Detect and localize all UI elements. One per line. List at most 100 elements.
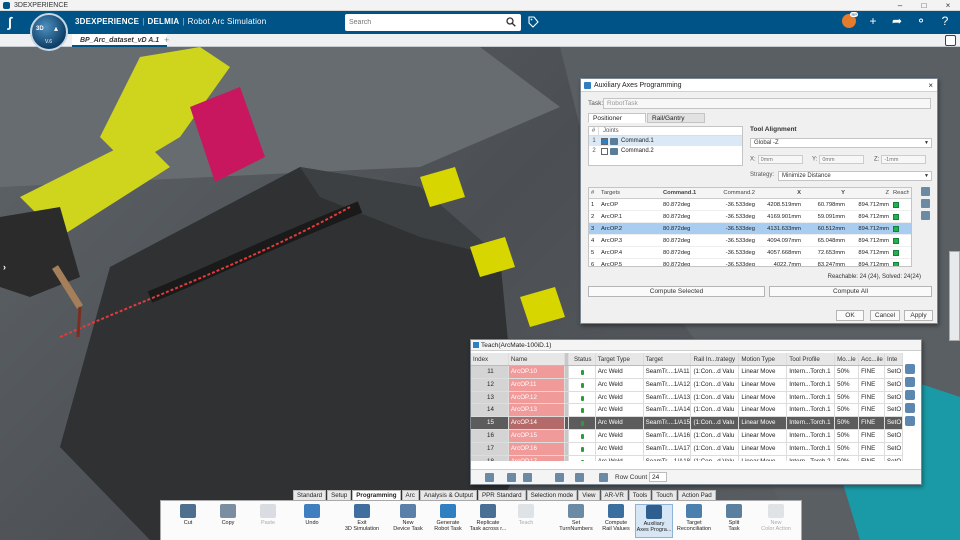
maximize-icon[interactable]: □ (912, 0, 936, 11)
paste-button[interactable]: Paste (249, 504, 287, 526)
undo-button[interactable]: Undo (293, 504, 331, 526)
ribbon-tab-setup[interactable]: Setup (327, 490, 352, 500)
col-motion-type[interactable]: Motion Type (739, 353, 788, 365)
dialog-close-icon[interactable]: × (928, 79, 933, 92)
tool-alignment-select[interactable]: Global -Z ▼ (750, 138, 932, 148)
target-row[interactable]: 4 ArcOP.3 80.872deg -36.533deg 4094.097m… (589, 235, 911, 247)
search-box[interactable] (345, 14, 521, 31)
x-input[interactable] (757, 155, 803, 164)
teach-row[interactable]: 15 ArcOP.14 Arc Weld SeamTr....1/A15 (1:Con.… (471, 417, 903, 430)
tab-document[interactable]: BP_Arc_dataset_vD A.1 (72, 34, 168, 47)
search-input[interactable] (345, 14, 495, 31)
settings-icon[interactable] (905, 416, 915, 426)
target-row-selected[interactable]: 3 ArcOP.2 80.872deg -36.533deg 4131.633m… (589, 223, 911, 235)
ribbon-tab-ar-vr[interactable]: AR-VR (600, 490, 628, 500)
teach-row[interactable]: 11 ArcOP.10 Arc Weld SeamTr....1/A11 (1:Con.… (471, 366, 903, 379)
compute-all-button[interactable]: Compute All (769, 286, 932, 297)
teach-row[interactable]: 16 ArcOP.15 Arc Weld SeamTr....1/A16 (1:Con.… (471, 429, 903, 443)
cut-button[interactable]: Cut (169, 504, 207, 526)
strategy-select[interactable]: Minimize Distance ▼ (778, 171, 932, 181)
ribbon-tab-standard[interactable]: Standard (293, 490, 327, 500)
communicate-icon[interactable]: ⚬ (914, 14, 928, 28)
reach-check-icon[interactable] (575, 473, 584, 482)
aux-prog-button[interactable]: Auxiliary Axes Progra... (635, 504, 673, 538)
new-color-button[interactable]: New Color Action (757, 504, 795, 532)
ribbon-tab-ppr-standard[interactable]: PPR Standard (478, 490, 526, 500)
target-row[interactable]: 5 ArcOP.4 80.872deg -36.533deg 4057.668m… (589, 247, 911, 259)
teach-button[interactable]: Teach (507, 504, 545, 526)
new-device-task-button[interactable]: New Device Task (389, 504, 427, 532)
col-name[interactable]: Name (508, 353, 565, 365)
search-icon[interactable] (506, 17, 516, 27)
dialog-title-bar[interactable]: Auxiliary Axes Programming × (581, 79, 937, 92)
move-down-icon[interactable] (905, 377, 915, 387)
columns-icon[interactable] (523, 473, 532, 482)
col-target[interactable]: Target (644, 353, 692, 365)
side-toolbar[interactable] (949, 251, 960, 341)
tag-icon[interactable] (527, 15, 539, 29)
compute-rail-button[interactable]: Compute Rail Values (597, 504, 635, 532)
ribbon-tab-touch[interactable]: Touch (652, 490, 677, 500)
cancel-button[interactable]: Cancel (870, 310, 900, 321)
ribbon-tab-selection-mode[interactable]: Selection mode (526, 490, 578, 500)
ribbon-tab-action-pad[interactable]: Action Pad (677, 490, 716, 500)
joint-checkbox[interactable] (601, 147, 608, 155)
col-accuracy-profile[interactable]: Acc...ile (859, 353, 886, 365)
target-row[interactable]: 1 ArcOP 80.872deg -36.533deg 4208.519mm … (589, 199, 911, 211)
ribbon-tab-tools[interactable]: Tools (628, 490, 652, 500)
split-button[interactable]: Split Task (715, 504, 753, 532)
minimize-icon[interactable]: – (888, 0, 912, 11)
col-target-type[interactable]: Target Type (596, 353, 644, 365)
y-input[interactable] (819, 155, 865, 164)
target-recon-button[interactable]: Target Reconciliation (675, 504, 713, 532)
ribbon-tab-view[interactable]: View (578, 490, 600, 500)
z-input[interactable] (881, 155, 927, 164)
add-icon[interactable]: + (866, 14, 880, 28)
col-status[interactable]: Status (569, 353, 596, 365)
joint-row[interactable]: 1 Command.1 (589, 136, 742, 146)
move-up-icon[interactable] (905, 364, 915, 374)
compass-icon[interactable]: 3D ▴ V.6 (30, 13, 68, 51)
target-tool-icon-3[interactable] (921, 211, 930, 220)
teach-row[interactable]: 13 ArcOP.12 Arc Weld SeamTr....1/A13 (1:Con.… (471, 391, 903, 405)
share-icon[interactable]: ➦ (890, 14, 904, 28)
sort-icon[interactable] (507, 473, 516, 482)
col-tool-profile[interactable]: Tool Profile (787, 353, 836, 365)
replicate-button[interactable]: Replicate Task across r... (469, 504, 507, 532)
ribbon-tab-analysis-output[interactable]: Analysis & Output (419, 490, 477, 500)
target-tool-icon-1[interactable] (921, 187, 930, 196)
avatar[interactable]: RP (842, 12, 858, 28)
col-interpolation[interactable]: Inte (885, 353, 903, 365)
restore-view-icon[interactable] (945, 35, 956, 46)
set-turn-button[interactable]: Set TurnNumbers (557, 504, 595, 532)
close-icon[interactable]: × (936, 0, 960, 11)
ribbon-tab-programming[interactable]: Programming (352, 490, 401, 500)
add-tab-icon[interactable]: + (164, 34, 169, 47)
joint-checkbox[interactable] (601, 137, 608, 145)
tab-positioner[interactable]: Positioner (588, 113, 646, 123)
compute-selected-button[interactable]: Compute Selected (588, 286, 765, 297)
generate-button[interactable]: Generate Robot Task (429, 504, 467, 532)
help-icon[interactable]: ? (938, 14, 952, 28)
col-rail-strategy[interactable]: Rail In...trategy (691, 353, 740, 365)
play-icon[interactable] (555, 473, 564, 482)
teach-title-bar[interactable]: Teach(ArcMate-100iD.1) (471, 340, 921, 351)
insert-icon[interactable] (905, 390, 915, 400)
teach-row[interactable]: 14 ArcOP.13 Arc Weld SeamTr....1/A14 (1:Con.… (471, 404, 903, 418)
exit-button[interactable]: Exit 3D Simulation (343, 504, 381, 532)
teach-row[interactable]: 18ArcOP.17 Arc WeldSeamTr....1/A18(1:Con.… (471, 455, 903, 461)
col-index[interactable]: Index (471, 353, 509, 365)
navigate-icon[interactable] (599, 473, 608, 482)
target-tool-icon-2[interactable] (921, 199, 930, 208)
filter-icon[interactable] (485, 473, 494, 482)
target-row[interactable]: 6 ArcOP.5 80.872deg -36.533deg 4022.7mm … (589, 259, 911, 266)
copy-button[interactable]: Copy (209, 504, 247, 526)
teach-row[interactable]: 17 ArcOP.16 Arc Weld SeamTr....1/A17 (1:Con.… (471, 442, 903, 456)
target-row[interactable]: 2 ArcOP.1 80.872deg -36.533deg 4169.901m… (589, 211, 911, 223)
teach-row[interactable]: 12 ArcOP.11 Arc Weld SeamTr....1/A12 (1:Con.… (471, 378, 903, 392)
delete-icon[interactable] (905, 403, 915, 413)
ok-button[interactable]: OK (836, 310, 864, 321)
task-field[interactable]: RobotTask (603, 98, 931, 109)
col-motion-profile[interactable]: Mo...le (835, 353, 860, 365)
tab-rail-gantry[interactable]: Rail/Gantry (647, 113, 705, 123)
